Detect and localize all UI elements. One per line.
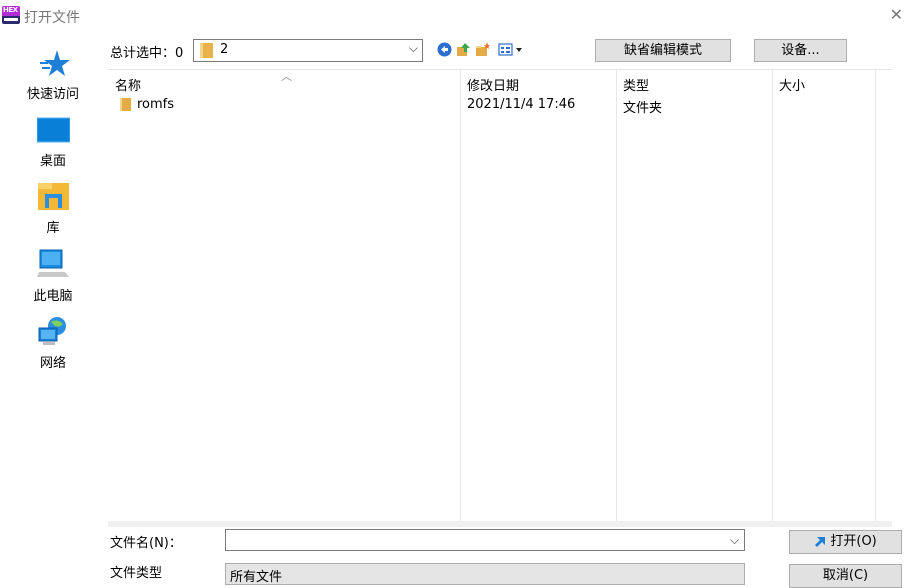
view-menu-icon[interactable] <box>498 42 526 57</box>
chevron-down-icon: ⌵ <box>408 41 418 55</box>
settings-button[interactable]: 设备... <box>754 39 847 62</box>
column-separator <box>616 70 617 522</box>
place-desktop[interactable]: 桌面 <box>0 115 106 170</box>
close-icon[interactable]: ✕ <box>890 5 903 24</box>
star-icon <box>40 50 70 76</box>
back-icon[interactable] <box>437 42 452 57</box>
cancel-button[interactable]: 取消(C) <box>789 564 902 588</box>
place-label: 库 <box>46 221 60 236</box>
column-header-modified[interactable]: 修改日期 <box>467 75 519 94</box>
new-folder-icon[interactable] <box>475 42 490 57</box>
file-modified: 2021/11/4 17:46 <box>467 97 576 112</box>
file-type: 文件夹 <box>623 101 663 116</box>
place-quick-access[interactable]: 快速访问 <box>0 47 106 102</box>
folder-icon <box>120 98 131 111</box>
desktop-icon <box>37 117 70 143</box>
place-this-pc[interactable]: 此电脑 <box>0 247 106 304</box>
place-label: 快速访问 <box>26 87 79 102</box>
column-separator <box>460 70 461 522</box>
hex-editor-icon: HEX <box>2 6 20 24</box>
library-icon <box>38 183 69 210</box>
column-header-type[interactable]: 类型 <box>623 75 649 94</box>
computer-icon <box>37 249 69 277</box>
folder-icon <box>200 43 213 58</box>
place-label: 网络 <box>39 356 66 371</box>
window-title: 打开文件 <box>24 10 80 26</box>
column-separator <box>772 70 773 522</box>
column-header-name[interactable]: 名称 <box>115 75 141 94</box>
filetype-select[interactable]: 所有文件 <box>225 563 745 585</box>
place-network[interactable]: 网络 <box>0 315 106 371</box>
place-label: 桌面 <box>39 154 66 169</box>
title-bar: HEX 打开文件 ✕ <box>0 0 917 30</box>
filename-label: 文件名(N)： <box>110 536 182 551</box>
place-library[interactable]: 库 <box>0 180 106 236</box>
look-in-value: 2 <box>220 42 229 57</box>
horizontal-scrollbar[interactable] <box>108 521 892 527</box>
file-name: romfs <box>137 97 175 112</box>
up-folder-icon[interactable] <box>456 42 471 57</box>
sort-ascending-icon: ︿ <box>281 70 292 83</box>
column-header-size[interactable]: 大小 <box>779 75 805 94</box>
open-arrow-icon <box>815 537 826 547</box>
filename-input[interactable] <box>225 529 745 551</box>
place-label: 此电脑 <box>33 289 73 304</box>
file-list[interactable]: ︿ 名称 修改日期 类型 大小 romfs 2021/11/4 17:46 文件… <box>108 69 892 522</box>
open-button[interactable]: 打开(O) <box>789 530 902 554</box>
open-button-label: 打开(O) <box>830 534 877 549</box>
column-separator <box>875 70 876 522</box>
selected-count-label: 总计选中：0 <box>110 46 184 61</box>
default-edit-mode-button[interactable]: 缺省编辑模式 <box>595 39 731 62</box>
network-icon <box>38 317 66 345</box>
table-row[interactable]: romfs 2021/11/4 17:46 文件夹 <box>108 94 892 116</box>
look-in-select[interactable]: 2 ⌵ <box>193 39 423 62</box>
chevron-down-icon[interactable]: ⌵ <box>730 533 739 548</box>
